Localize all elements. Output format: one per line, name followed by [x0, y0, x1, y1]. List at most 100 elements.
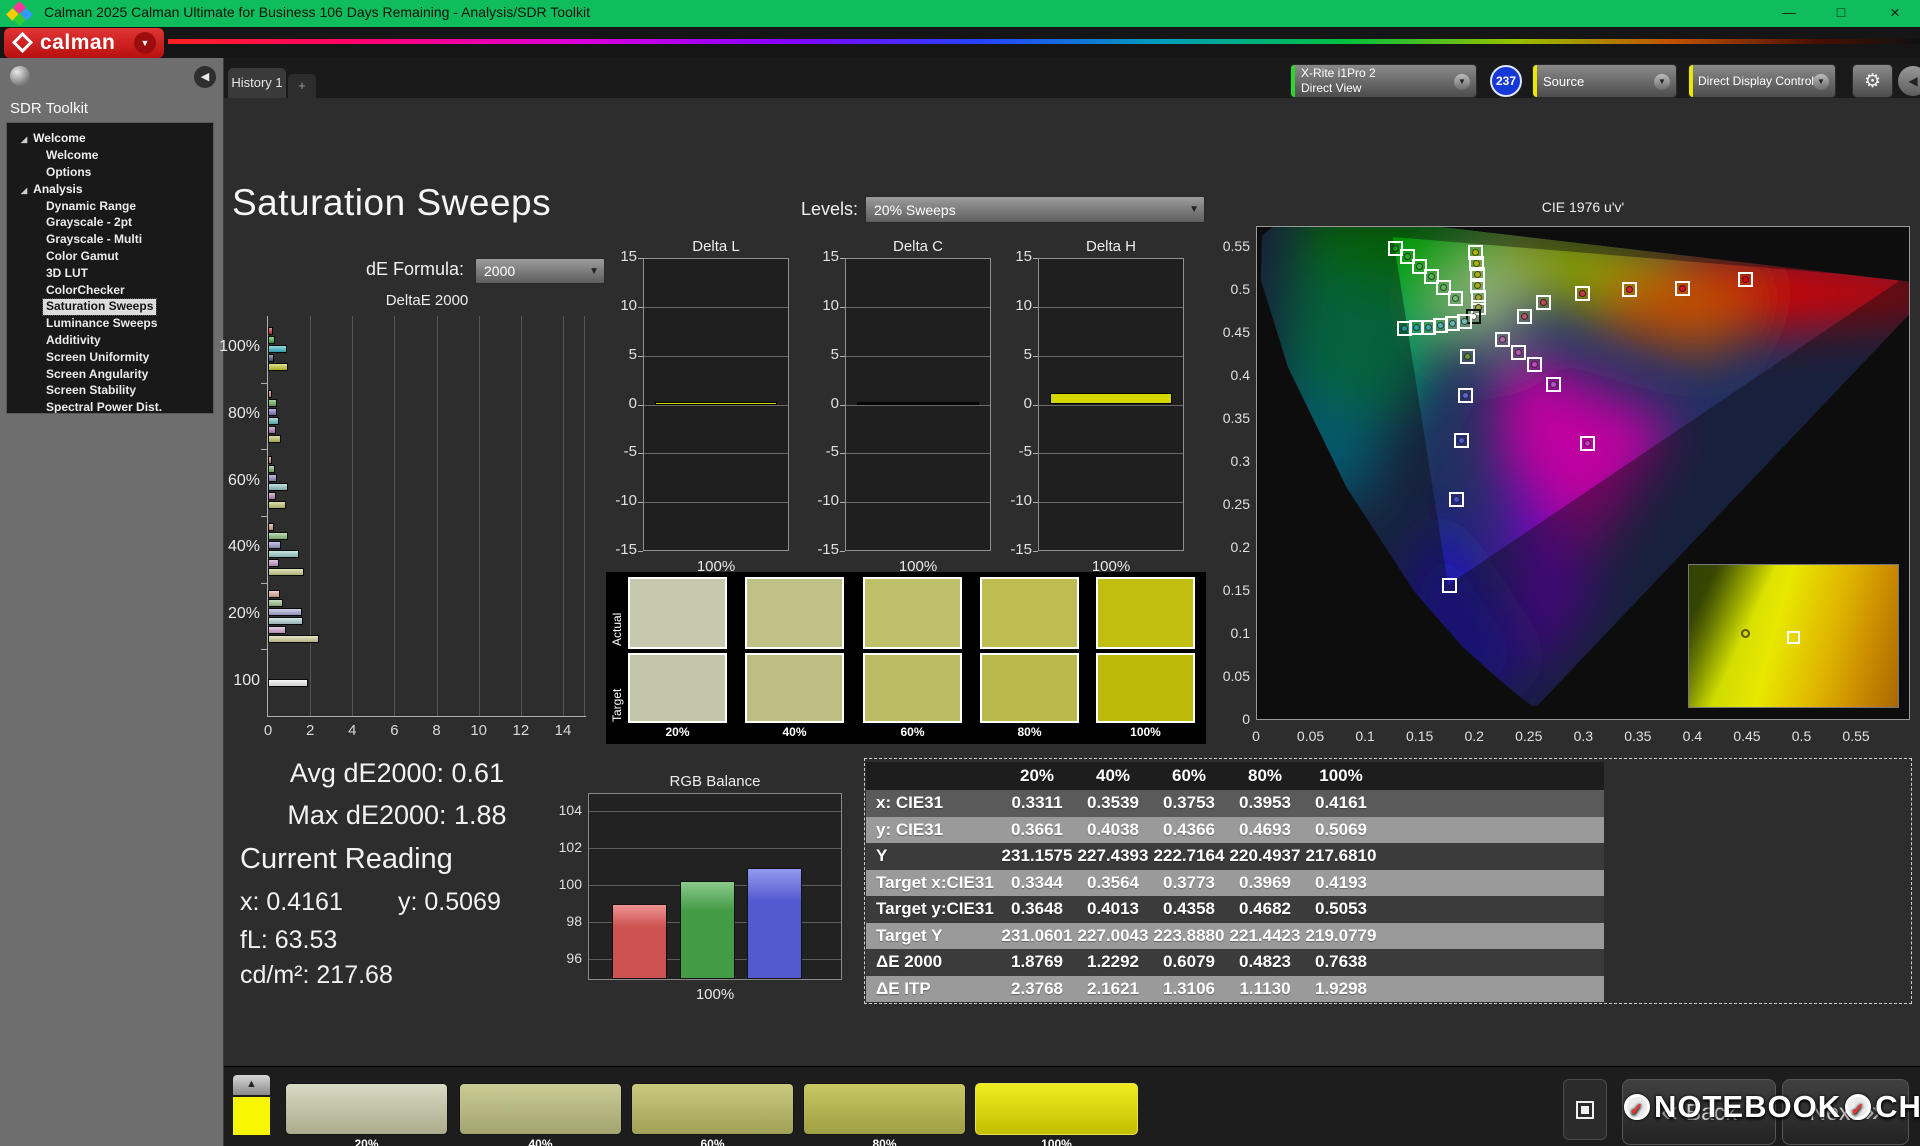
pattern-swatch-100%[interactable]	[975, 1083, 1138, 1135]
tree-item-screen-uniformity[interactable]: Screen Uniformity	[43, 350, 152, 366]
workflow-options-button[interactable]	[10, 66, 30, 86]
deltae-bar	[268, 492, 276, 500]
tick	[1033, 453, 1038, 454]
tree-item-options[interactable]: Options	[43, 165, 94, 181]
deltae-bar	[268, 523, 274, 531]
pattern-swatch-label: 40%	[459, 1137, 622, 1146]
tick	[261, 449, 267, 450]
tree-item-welcome[interactable]: Welcome	[43, 148, 101, 164]
cie-chart-title: CIE 1976 u'v'	[1256, 199, 1910, 215]
cie-data-point	[1738, 272, 1753, 287]
saturation-data-table[interactable]: 20%40%60%80%100%x: CIE310.33110.35390.37…	[866, 762, 1604, 1002]
minimize-button[interactable]: —	[1766, 0, 1812, 25]
tree-item-additivity[interactable]: Additivity	[43, 333, 104, 349]
page-title: Saturation Sweeps	[232, 182, 551, 224]
cie-ytick: 0.25	[1210, 496, 1250, 512]
target-swatch-100%	[1096, 653, 1195, 723]
source-dropdown[interactable]: Source ▼	[1532, 64, 1677, 98]
tree-item-colorchecker[interactable]: ColorChecker	[43, 283, 128, 299]
deltae-bar	[268, 474, 277, 482]
tree-group-analysis[interactable]: ◢Analysis	[21, 182, 83, 199]
table-row: x: CIE310.33110.35390.37530.39530.4161	[866, 790, 1604, 817]
collapse-panel-button[interactable]: ◀	[1898, 66, 1920, 96]
cie-data-point	[1536, 295, 1551, 310]
table-col-header: 80%	[1227, 766, 1303, 786]
delta_l-bar	[655, 402, 777, 405]
deltae-cat-label: 40%	[176, 538, 260, 556]
levels-dropdown[interactable]: 20% Sweeps▼	[865, 196, 1205, 223]
tree-item-color-gamut[interactable]: Color Gamut	[43, 249, 122, 265]
chevron-up-icon[interactable]: ▲	[233, 1075, 270, 1095]
cie-ytick: 0	[1210, 711, 1250, 727]
tree-item-saturation-sweeps[interactable]: Saturation Sweeps	[43, 299, 156, 315]
tree-item-grayscale-multi[interactable]: Grayscale - Multi	[43, 232, 145, 248]
ytick: -5	[998, 443, 1032, 460]
gridline	[1039, 453, 1183, 454]
chevron-down-icon: ▼	[1813, 74, 1829, 90]
app-icon	[8, 3, 32, 24]
delta_h-title: Delta H	[1038, 238, 1184, 255]
ytick: 0	[998, 395, 1032, 412]
cie-xtick: 0.15	[1400, 728, 1440, 744]
deltae-bar	[268, 327, 273, 335]
rainbow-strip	[168, 39, 1920, 44]
cie-ytick: 0.2	[1210, 539, 1250, 555]
tree-group-welcome[interactable]: ◢Welcome	[21, 131, 86, 148]
close-button[interactable]: ×	[1872, 0, 1918, 25]
tick	[638, 356, 643, 357]
calman-menu-button[interactable]: calman ▼	[4, 28, 164, 58]
reading-fl: fL: 63.53	[240, 926, 337, 955]
tick	[261, 649, 267, 650]
cie-data-point	[1454, 433, 1469, 448]
tree-item-screen-stability[interactable]: Screen Stability	[43, 383, 139, 399]
tree-item-dynamic-range[interactable]: Dynamic Range	[43, 199, 139, 215]
de-formula-label: dE Formula:	[330, 259, 464, 280]
cie-xtick: 0	[1236, 728, 1276, 744]
tree-item-screen-angularity[interactable]: Screen Angularity	[43, 367, 151, 383]
settings-gear-button[interactable]: ⚙	[1852, 64, 1893, 98]
tree-item-3d-lut[interactable]: 3D LUT	[43, 266, 91, 282]
gridline	[563, 316, 564, 716]
actual-swatch-100%	[1096, 577, 1195, 649]
tick	[638, 405, 643, 406]
tick	[638, 307, 643, 308]
tree-item-spectral-power-dist-[interactable]: Spectral Power Dist.	[43, 400, 165, 414]
delta_c-xlabel: 100%	[845, 558, 991, 575]
sidebar-collapse-button[interactable]: ◀	[194, 66, 216, 88]
display-control-label: Direct Display Control	[1689, 74, 1814, 88]
pattern-swatch-label: 20%	[285, 1137, 448, 1146]
gridline	[1039, 502, 1183, 503]
tree-item-luminance-sweeps[interactable]: Luminance Sweeps	[43, 316, 160, 332]
ytick: 100	[548, 876, 582, 892]
cie-data-point	[1622, 282, 1637, 297]
gridline	[1039, 405, 1183, 406]
tree-item-grayscale-2pt[interactable]: Grayscale - 2pt	[43, 215, 135, 231]
meter-dropdown[interactable]: X-Rite i1Pro 2Direct View ▼	[1290, 64, 1477, 98]
deltae-bar	[268, 456, 272, 464]
gridline	[584, 316, 585, 716]
current-reading-title: Current Reading	[240, 843, 453, 876]
de-formula-dropdown[interactable]: 2000▼	[475, 258, 605, 284]
ytick: 15	[998, 248, 1032, 265]
cie-ytick: 0.35	[1210, 410, 1250, 426]
pattern-swatch-40%[interactable]	[459, 1083, 622, 1135]
pattern-swatch-80%[interactable]	[803, 1083, 966, 1135]
deltae-bar	[268, 501, 286, 509]
cie-data-point	[1442, 578, 1457, 593]
tick	[1033, 405, 1038, 406]
deltae-bar	[268, 399, 277, 407]
add-tab-button[interactable]: +	[288, 74, 316, 98]
maximize-button[interactable]: □	[1818, 0, 1864, 25]
tab-history-1[interactable]: History 1	[228, 68, 286, 98]
tick	[261, 583, 267, 584]
reading-cdm2: cd/m²: 217.68	[240, 961, 393, 990]
pattern-swatch-20%[interactable]	[285, 1083, 448, 1135]
display-control-dropdown[interactable]: Direct Display Control ▼	[1688, 64, 1836, 98]
gridline	[644, 307, 788, 308]
pattern-window-button[interactable]	[1563, 1079, 1607, 1140]
deltae-xtick: 2	[296, 722, 324, 739]
pattern-swatch-60%[interactable]	[631, 1083, 794, 1135]
deltae-bar	[268, 626, 286, 634]
measurement-count-badge[interactable]: 237	[1490, 65, 1522, 97]
deltae-bar	[268, 417, 279, 425]
